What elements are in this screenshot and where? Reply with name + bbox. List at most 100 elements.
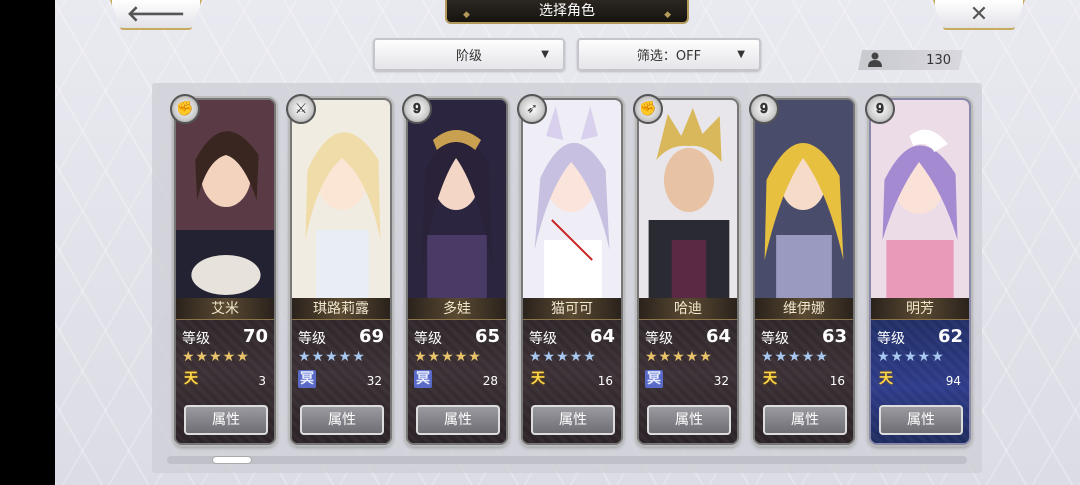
character-name: 艾米 xyxy=(176,298,274,320)
level-label: 等级 xyxy=(877,331,905,347)
character-info: 艾米 等级 70 ★★★★★ 天 3 属性 xyxy=(176,298,274,443)
level-value: 69 xyxy=(358,326,384,347)
user-icon xyxy=(868,52,882,67)
character-card[interactable]: 猫可可 等级 64 ★★★★★ 天 16 属性 xyxy=(521,98,623,445)
weapon-bow-icon: ➶ xyxy=(517,94,547,124)
level-label: 等级 xyxy=(414,331,442,347)
character-card[interactable]: 多娃 等级 65 ★★★★★ 冥 28 属性 xyxy=(406,98,508,445)
filter-dropdown[interactable]: 筛选：OFF ▼ xyxy=(577,38,761,71)
attributes-button[interactable]: 属性 xyxy=(647,405,731,435)
character-info: 哈迪 等级 64 ★★★★★ 冥 32 属性 xyxy=(639,298,737,443)
sort-rank-dropdown[interactable]: 阶级 ▼ xyxy=(373,38,565,71)
attributes-button[interactable]: 属性 xyxy=(531,405,615,435)
character-name: 猫可可 xyxy=(523,298,621,320)
character-card[interactable]: 维伊娜 等级 63 ★★★★★ 天 16 属性 xyxy=(753,98,855,445)
horizontal-scrollbar[interactable] xyxy=(167,456,967,464)
level-row: 等级 70 xyxy=(182,326,268,348)
grade-badge: 冥 xyxy=(298,370,316,388)
character-count-badge: 130 xyxy=(858,50,963,70)
character-count: 130 xyxy=(926,52,951,68)
character-portrait xyxy=(176,100,274,298)
owned-count: 32 xyxy=(366,374,382,388)
weapon-staff-icon: 𝟗 xyxy=(749,94,779,124)
character-card[interactable]: 哈迪 等级 64 ★★★★★ 冥 32 属性 xyxy=(637,98,739,445)
grade-badge: 天 xyxy=(184,371,198,387)
star-rating: ★★★★★ xyxy=(414,349,482,365)
level-row: 等级 63 xyxy=(761,326,847,348)
character-info: 维伊娜 等级 63 ★★★★★ 天 16 属性 xyxy=(755,298,853,443)
attributes-button[interactable]: 属性 xyxy=(879,405,963,435)
level-label: 等级 xyxy=(761,331,789,347)
character-portrait xyxy=(523,100,621,298)
level-label: 等级 xyxy=(529,331,557,347)
character-portrait xyxy=(639,100,737,298)
weapon-gauntlet-icon: ✊ xyxy=(633,94,663,124)
character-info: 明芳 等级 62 ★★★★★ 天 94 属性 xyxy=(871,298,969,443)
level-value: 62 xyxy=(937,326,963,347)
screen-title: 选择角色 xyxy=(445,0,689,26)
character-info: 多娃 等级 65 ★★★★★ 冥 28 属性 xyxy=(408,298,506,443)
owned-count: 28 xyxy=(482,374,498,388)
level-label: 等级 xyxy=(298,331,326,347)
filter-label: 筛选：OFF xyxy=(636,49,702,64)
owned-count: 3 xyxy=(258,374,266,388)
character-name: 维伊娜 xyxy=(755,298,853,320)
close-button[interactable]: ✕ xyxy=(933,0,1025,30)
character-portrait xyxy=(871,100,969,298)
character-portrait xyxy=(755,100,853,298)
star-rating: ★★★★★ xyxy=(761,349,829,365)
star-rating: ★★★★★ xyxy=(645,349,713,365)
weapon-gauntlet-icon: ✊ xyxy=(170,94,200,124)
sort-rank-label: 阶级 xyxy=(455,49,482,64)
character-portrait xyxy=(292,100,390,298)
left-arrow-icon: 🡐 xyxy=(126,2,186,27)
weapon-staff-icon: 𝟗 xyxy=(402,94,432,124)
star-rating: ★★★★★ xyxy=(182,349,250,365)
character-name: 琪路莉露 xyxy=(292,298,390,320)
level-value: 70 xyxy=(242,326,268,347)
level-row: 等级 62 xyxy=(877,326,963,348)
attributes-button[interactable]: 属性 xyxy=(763,405,847,435)
level-label: 等级 xyxy=(182,331,210,347)
attributes-button[interactable]: 属性 xyxy=(300,405,384,435)
attributes-button[interactable]: 属性 xyxy=(416,405,500,435)
level-value: 65 xyxy=(474,326,500,347)
star-rating: ★★★★★ xyxy=(298,349,366,365)
character-card-selected[interactable]: 明芳 等级 62 ★★★★★ 天 94 属性 xyxy=(869,98,971,445)
chevron-down-icon: ▼ xyxy=(541,49,549,60)
weapon-sword-icon: ⚔ xyxy=(286,94,316,124)
character-card[interactable]: 艾米 等级 70 ★★★★★ 天 3 属性 xyxy=(174,98,276,445)
level-value: 64 xyxy=(705,326,731,347)
back-button[interactable]: 🡐 xyxy=(110,0,202,30)
grade-badge: 天 xyxy=(531,371,545,387)
owned-count: 16 xyxy=(829,374,845,388)
star-rating: ★★★★★ xyxy=(529,349,597,365)
grade-badge: 天 xyxy=(763,371,777,387)
owned-count: 16 xyxy=(597,374,613,388)
level-row: 等级 69 xyxy=(298,326,384,348)
owned-count: 32 xyxy=(713,374,729,388)
character-info: 猫可可 等级 64 ★★★★★ 天 16 属性 xyxy=(523,298,621,443)
level-row: 等级 64 xyxy=(529,326,615,348)
grade-badge: 冥 xyxy=(645,370,663,388)
level-value: 64 xyxy=(589,326,615,347)
attributes-button[interactable]: 属性 xyxy=(184,405,268,435)
character-info: 琪路莉露 等级 69 ★★★★★ 冥 32 属性 xyxy=(292,298,390,443)
level-row: 等级 65 xyxy=(414,326,500,348)
level-label: 等级 xyxy=(645,331,673,347)
grade-badge: 冥 xyxy=(414,370,432,388)
character-name: 哈迪 xyxy=(639,298,737,320)
character-card[interactable]: 琪路莉露 等级 69 ★★★★★ 冥 32 属性 xyxy=(290,98,392,445)
star-rating: ★★★★★ xyxy=(877,349,945,365)
grade-badge: 天 xyxy=(879,371,893,387)
x-icon: ✕ xyxy=(969,1,989,27)
character-name: 明芳 xyxy=(871,298,969,320)
character-portrait xyxy=(408,100,506,298)
level-row: 等级 64 xyxy=(645,326,731,348)
character-name: 多娃 xyxy=(408,298,506,320)
level-value: 63 xyxy=(821,326,847,347)
chevron-down-icon: ▼ xyxy=(737,49,745,60)
weapon-staff-icon: 𝟗 xyxy=(865,94,895,124)
scrollbar-thumb[interactable] xyxy=(212,456,252,464)
game-screen: 选择角色 🡐 ✕ 阶级 ▼ 筛选：OFF ▼ 130 ✊ 艾米 xyxy=(55,0,1080,485)
